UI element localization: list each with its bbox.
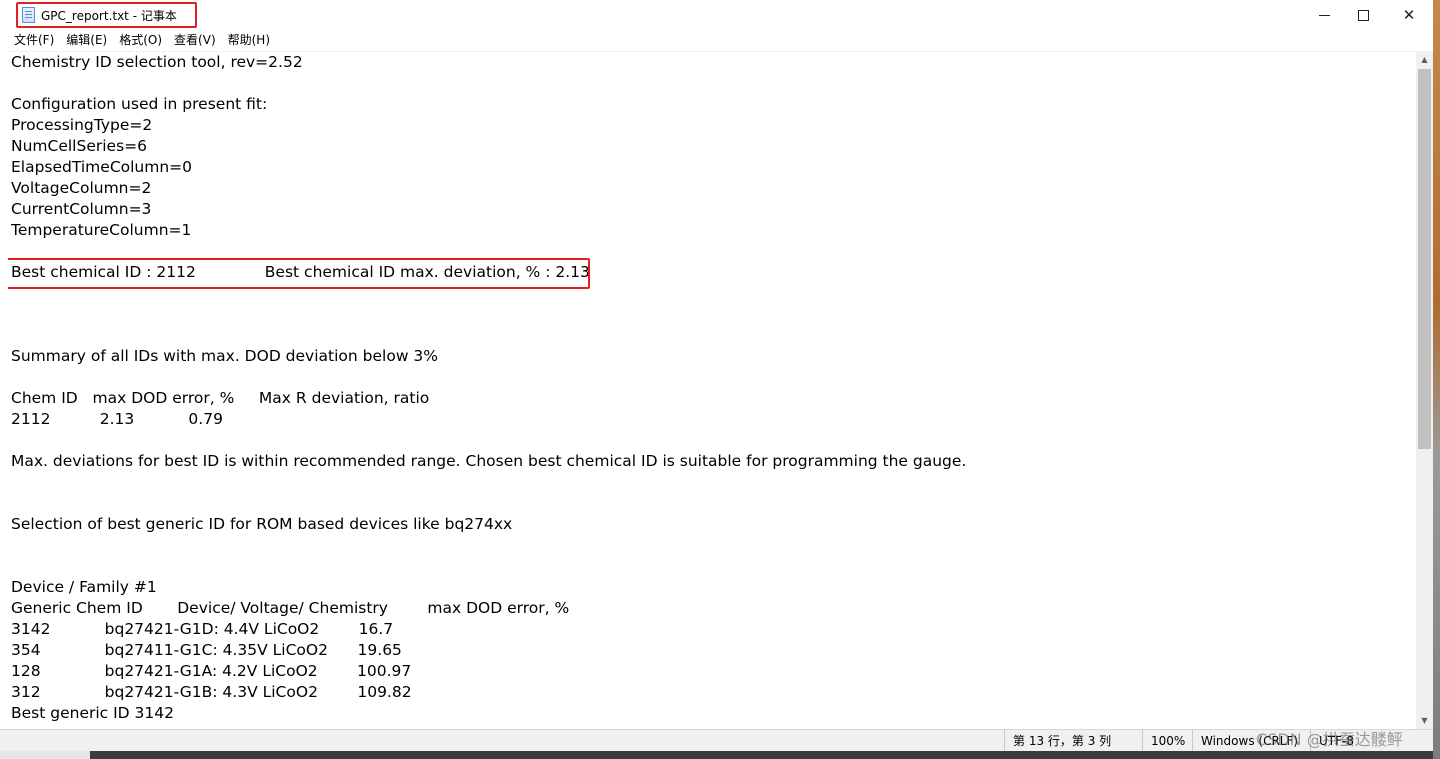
text-line[interactable] [11,73,966,94]
text-line[interactable] [11,556,966,577]
text-line[interactable]: CurrentColumn=3 [11,199,966,220]
text-line[interactable]: Selection of best generic ID for ROM bas… [11,514,966,535]
scroll-up-icon[interactable]: ▲ [1416,51,1433,68]
taskbar-strip [0,751,1440,759]
menu-bar: 文件(F) 编辑(E) 格式(O) 查看(V) 帮助(H) [0,30,1440,50]
window-title: GPC_report.txt - 记事本 [41,8,177,23]
text-line[interactable]: Device / Family #1 [11,577,966,598]
text-line[interactable]: 312 bq27421-G1B: 4.3V LiCoO2 109.82 [11,682,966,703]
text-line[interactable]: Configuration used in present fit: [11,94,966,115]
text-line[interactable] [11,493,966,514]
maximize-button[interactable] [1340,0,1386,30]
text-line[interactable]: NumCellSeries=6 [11,136,966,157]
menu-format[interactable]: 格式(O) [113,30,168,50]
text-line[interactable] [11,283,966,304]
text-line[interactable] [11,535,966,556]
status-bar: 第 13 行，第 3 列 100% Windows (CRLF) UTF-8 [0,729,1440,752]
desktop-background-edge [1433,0,1440,759]
zoom-level: 100% [1142,730,1197,752]
menu-edit[interactable]: 编辑(E) [60,30,113,50]
close-icon: ✕ [1402,6,1416,24]
text-line[interactable]: ProcessingType=2 [11,115,966,136]
scroll-down-icon[interactable]: ▼ [1416,712,1433,729]
text-line[interactable]: 128 bq27421-G1A: 4.2V LiCoO2 100.97 [11,661,966,682]
text-line[interactable]: 354 bq27411-G1C: 4.35V LiCoO2 19.65 [11,640,966,661]
text-line[interactable]: Summary of all IDs with max. DOD deviati… [11,346,966,367]
text-line[interactable]: ElapsedTimeColumn=0 [11,157,966,178]
scroll-thumb[interactable] [1418,69,1431,449]
text-line[interactable]: Chem ID max DOD error, % Max R deviation… [11,388,966,409]
title-highlight: GPC_report.txt - 记事本 [16,2,197,28]
text-line[interactable]: Generic Chem ID Device/ Voltage/ Chemist… [11,598,966,619]
close-button[interactable]: ✕ [1386,0,1432,30]
text-line[interactable] [11,430,966,451]
maximize-icon [1357,9,1369,21]
vertical-scrollbar[interactable]: ▲ ▼ [1416,51,1433,729]
text-line[interactable]: Best chemical ID : 2112 Best chemical ID… [11,262,966,283]
text-line[interactable]: Best generic ID 3142 [11,703,966,724]
text-line[interactable] [11,325,966,346]
text-line[interactable]: TemperatureColumn=1 [11,220,966,241]
notepad-document-icon [22,7,35,23]
menu-help[interactable]: 帮助(H) [222,30,276,50]
menu-file[interactable]: 文件(F) [8,30,60,50]
text-line[interactable] [11,472,966,493]
text-editor[interactable]: Chemistry ID selection tool, rev=2.52 Co… [8,51,1416,730]
title-bar[interactable]: GPC_report.txt - 记事本 ✕ [0,0,1440,31]
document-text[interactable]: Chemistry ID selection tool, rev=2.52 Co… [11,52,966,724]
menu-view[interactable]: 查看(V) [168,30,222,50]
cursor-position: 第 13 行，第 3 列 [1004,730,1143,752]
text-line[interactable]: VoltageColumn=2 [11,178,966,199]
text-line[interactable]: 2112 2.13 0.79 [11,409,966,430]
text-line[interactable]: Chemistry ID selection tool, rev=2.52 [11,52,966,73]
text-line[interactable] [11,241,966,262]
watermark: CSDN @拱蚕达髅鲆 [1256,730,1403,749]
text-line[interactable] [11,367,966,388]
taskbar-strip-light [0,751,90,759]
minimize-icon [1318,14,1330,16]
notepad-window: GPC_report.txt - 记事本 ✕ 文件(F) 编辑(E) 格式(O)… [0,0,1440,759]
text-line[interactable]: 3142 bq27421-G1D: 4.4V LiCoO2 16.7 [11,619,966,640]
text-line[interactable] [11,304,966,325]
text-line[interactable]: Max. deviations for best ID is within re… [11,451,966,472]
